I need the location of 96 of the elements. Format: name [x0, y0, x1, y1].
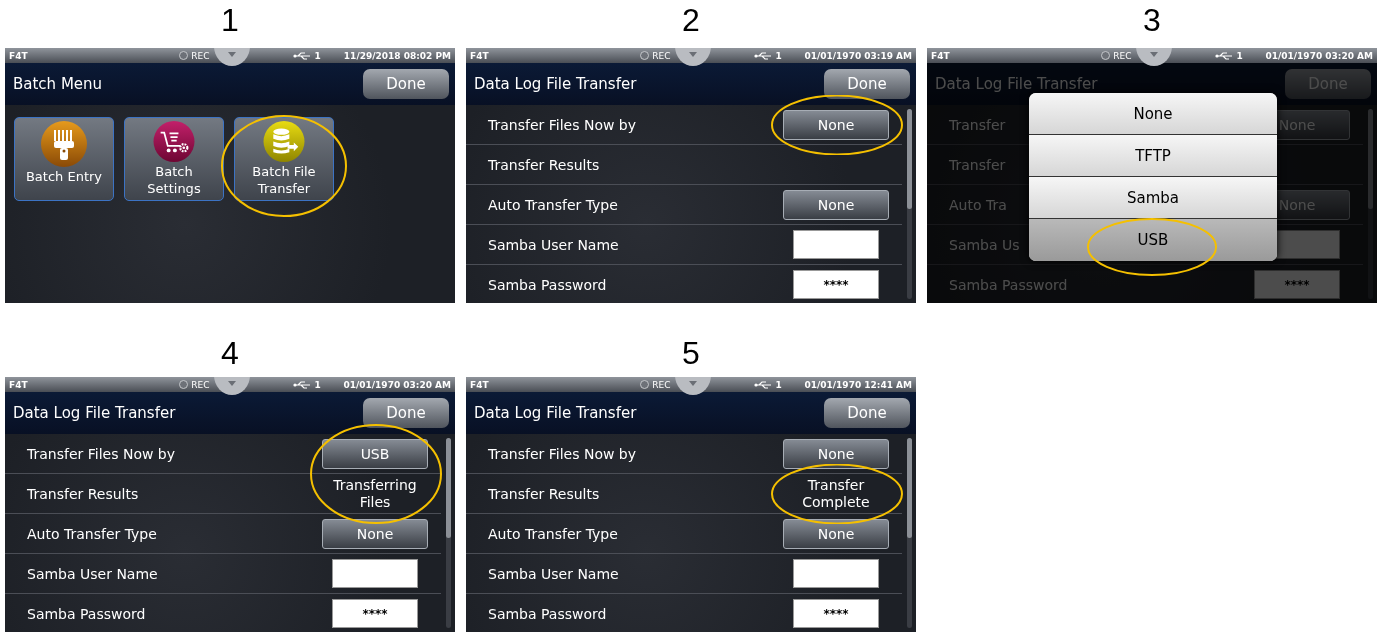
date-time: 11/29/2018 08:02 PM: [342, 50, 451, 61]
record-icon: [179, 51, 189, 60]
setting-label: Transfer Files Now by: [487, 445, 637, 462]
done-button[interactable]: Done: [824, 69, 910, 99]
setting-label: Transfer Results: [26, 485, 139, 502]
screen-title: Data Log File Transfer: [935, 75, 1098, 93]
menu-tile[interactable]: Batch Entry: [14, 117, 114, 201]
device-name: F4T: [9, 50, 29, 61]
step-number: 2: [681, 1, 701, 40]
setting-label: Samba Password: [487, 276, 607, 293]
input-field[interactable]: [793, 559, 879, 588]
device-name: F4T: [470, 379, 490, 390]
setting-label: Samba Password: [487, 605, 607, 622]
done-button[interactable]: Done: [824, 398, 910, 428]
cart-gear-icon: [151, 121, 197, 162]
usb-icon: [754, 380, 773, 389]
option-button[interactable]: None: [783, 438, 889, 469]
setting-label: Samba Password: [26, 605, 146, 622]
usb-count: 1: [314, 50, 321, 61]
input-field[interactable]: ****: [332, 599, 418, 628]
input-field[interactable]: [793, 230, 879, 259]
scrollbar[interactable]: [907, 438, 912, 628]
dropdown-tab[interactable]: [1136, 48, 1173, 66]
scrollbar[interactable]: [1368, 109, 1373, 299]
setting-label: Transfer Files Now by: [487, 116, 637, 133]
screen-title: Data Log File Transfer: [474, 404, 637, 422]
usb-count: 1: [775, 379, 782, 390]
record-icon: [640, 380, 650, 389]
date-time: 01/01/1970 12:41 AM: [803, 379, 912, 390]
setting-label: Transfer Results: [487, 485, 600, 502]
record-label: REC: [652, 50, 671, 61]
dropdown-tab[interactable]: [214, 48, 251, 66]
date-time: 01/01/1970 03:20 AM: [1264, 50, 1373, 61]
menu-option[interactable]: USB: [1029, 219, 1277, 261]
setting-label: Transfer Results: [487, 156, 600, 173]
setting-label: Samba Us: [948, 236, 1020, 253]
option-button[interactable]: None: [783, 518, 889, 549]
usb-count: 1: [314, 379, 321, 390]
usb-count: 1: [775, 50, 782, 61]
dropdown-tab[interactable]: [675, 48, 712, 66]
menu-option[interactable]: TFTP: [1029, 135, 1277, 177]
setting-label: Samba User Name: [26, 565, 158, 582]
record-icon: [640, 51, 650, 60]
setting-label: Auto Transfer Type: [487, 196, 618, 213]
dropdown-tab[interactable]: [675, 377, 712, 395]
barcode-scanner-icon: [41, 121, 87, 167]
step-number: 1: [220, 1, 240, 40]
record-label: REC: [191, 50, 210, 61]
usb-icon: [293, 51, 312, 60]
menu-option[interactable]: None: [1029, 93, 1277, 135]
scrollbar[interactable]: [446, 438, 451, 628]
date-time: 01/01/1970 03:20 AM: [342, 379, 451, 390]
record-label: REC: [652, 379, 671, 390]
device-name: F4T: [470, 50, 490, 61]
setting-label: Auto Transfer Type: [26, 525, 157, 542]
option-button[interactable]: None: [783, 109, 889, 140]
usb-icon: [1215, 51, 1234, 60]
record-label: REC: [191, 379, 210, 390]
device-name: F4T: [931, 50, 951, 61]
input-field[interactable]: ****: [793, 599, 879, 628]
option-button[interactable]: USB: [322, 438, 428, 469]
device-name: F4T: [9, 379, 29, 390]
menu-option[interactable]: Samba: [1029, 177, 1277, 219]
screen-title: Data Log File Transfer: [13, 404, 176, 422]
option-button[interactable]: None: [783, 189, 889, 220]
screen-title: Data Log File Transfer: [474, 75, 637, 93]
setting-label: Samba User Name: [487, 236, 619, 253]
option-button[interactable]: None: [322, 518, 428, 549]
usb-icon: [293, 380, 312, 389]
step-number: 4: [220, 334, 240, 373]
menu-tile[interactable]: Batch Settings: [124, 117, 224, 201]
record-icon: [179, 380, 189, 389]
usb-icon: [754, 51, 773, 60]
menu-tile[interactable]: Batch File Transfer: [234, 117, 334, 201]
setting-label: Transfer: [948, 116, 1006, 133]
dropdown-tab[interactable]: [214, 377, 251, 395]
step-number: 5: [681, 334, 701, 373]
setting-label: Samba Password: [948, 276, 1068, 293]
setting-label: Auto Tra: [948, 196, 1007, 213]
setting-label: Samba User Name: [487, 565, 619, 582]
step-number: 3: [1142, 1, 1162, 40]
status-text: Transfer Complete: [801, 476, 871, 511]
status-text: Transferring Files: [332, 476, 418, 511]
date-time: 01/01/1970 03:19 AM: [803, 50, 912, 61]
screen-title: Batch Menu: [13, 75, 103, 93]
record-label: REC: [1113, 50, 1132, 61]
done-button[interactable]: Done: [363, 398, 449, 428]
input-field[interactable]: [332, 559, 418, 588]
input-field[interactable]: ****: [793, 270, 879, 299]
setting-label: Auto Transfer Type: [487, 525, 618, 542]
setting-label: Transfer Files Now by: [26, 445, 176, 462]
done-button[interactable]: Done: [363, 69, 449, 99]
record-icon: [1101, 51, 1111, 60]
usb-count: 1: [1236, 50, 1243, 61]
scrollbar[interactable]: [907, 109, 912, 299]
setting-label: Transfer: [948, 156, 1006, 173]
